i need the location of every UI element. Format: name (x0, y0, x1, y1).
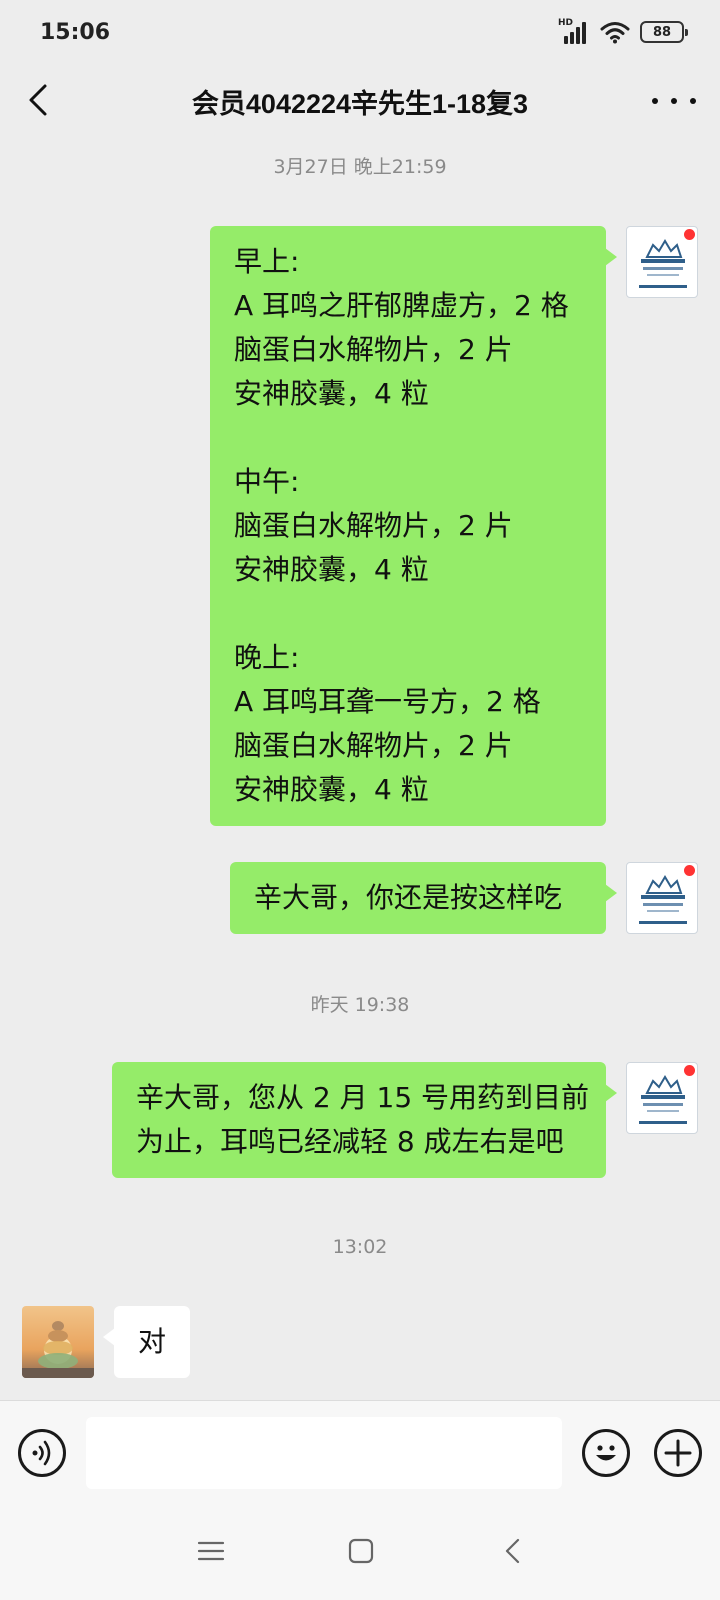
message-line: 脑蛋白水解物片，2 片 (234, 729, 513, 762)
chat-header: 会员4042224辛先生1-18复3 (0, 64, 720, 140)
outgoing-message-bubble[interactable]: 辛大哥，您从 2 月 15 号用药到目前 为止，耳鸣已经减轻 8 成左右是吧 (112, 1062, 617, 1178)
message-line: 中午: (234, 465, 300, 498)
status-icons: HD 88 (558, 18, 688, 44)
unread-dot (684, 865, 695, 876)
plus-icon (664, 1439, 692, 1467)
message-line: 早上: (234, 245, 300, 278)
message-line: A 耳鸣之肝郁脾虚方，2 格 (234, 289, 569, 322)
message-line: 安神胶囊，4 粒 (234, 773, 429, 806)
input-bar (0, 1400, 720, 1504)
chat-title: 会员4042224辛先生1-18复3 (191, 89, 529, 119)
contact-avatar[interactable] (22, 1306, 94, 1378)
message-line: 晚上: (234, 641, 300, 674)
home-button[interactable] (346, 1536, 376, 1566)
message-line: A 耳鸣耳聋一号方，2 格 (234, 685, 541, 718)
message-line (234, 416, 582, 460)
voice-icon (32, 1440, 51, 1466)
back-triangle-icon (505, 1538, 520, 1564)
message-line: 安神胶囊，4 粒 (234, 377, 429, 410)
message-line: 脑蛋白水解物片，2 片 (234, 333, 513, 366)
home-square-icon (348, 1538, 374, 1564)
status-bar: 15:06 HD 88 (0, 0, 720, 64)
incoming-message-bubble[interactable]: 对 (103, 1306, 190, 1378)
message-timestamp: 13:02 (332, 1236, 388, 1258)
message-line (234, 592, 582, 636)
menu-icon (197, 1541, 225, 1561)
unread-dot (684, 1065, 695, 1076)
unread-dot (684, 229, 695, 240)
self-avatar[interactable] (626, 226, 698, 298)
message-input[interactable] (86, 1417, 562, 1489)
message-line: 辛大哥，您从 2 月 15 号用药到目前 (136, 1081, 590, 1114)
message-line: 脑蛋白水解物片，2 片 (234, 509, 513, 542)
voice-button[interactable] (18, 1429, 66, 1477)
outgoing-message-bubble[interactable]: 早上: A 耳鸣之肝郁脾虚方，2 格 脑蛋白水解物片，2 片 安神胶囊，4 粒 … (210, 226, 617, 826)
emoji-icon (596, 1445, 616, 1461)
stacked-stones-avatar-icon (22, 1306, 94, 1378)
more-functions-button[interactable] (654, 1429, 702, 1477)
emoji-button[interactable] (582, 1429, 630, 1477)
self-avatar[interactable] (626, 862, 698, 934)
message-line: 辛大哥，你还是按这样吃 (254, 881, 563, 914)
status-time: 15:06 (40, 20, 111, 45)
more-button[interactable] (652, 86, 696, 116)
battery-level: 88 (652, 24, 672, 40)
message-line: 对 (138, 1325, 167, 1358)
message-timestamp: 3月27日 晚上21:59 (273, 156, 447, 178)
self-avatar[interactable] (626, 1062, 698, 1134)
more-dots-icon (652, 98, 658, 104)
system-back-button[interactable] (498, 1536, 528, 1566)
wifi-icon (600, 22, 630, 44)
message-timestamp: 昨天 19:38 (310, 994, 410, 1016)
recent-apps-button[interactable] (196, 1536, 226, 1566)
signal-icon: HD (558, 18, 590, 44)
message-line: 安神胶囊，4 粒 (234, 553, 429, 586)
message-line: 为止，耳鸣已经减轻 8 成左右是吧 (136, 1125, 564, 1158)
system-navigation-bar (0, 1504, 720, 1600)
network-label: HD (558, 18, 574, 28)
outgoing-message-bubble[interactable]: 辛大哥，你还是按这样吃 (230, 862, 617, 934)
battery-indicator: 88 (640, 21, 688, 43)
